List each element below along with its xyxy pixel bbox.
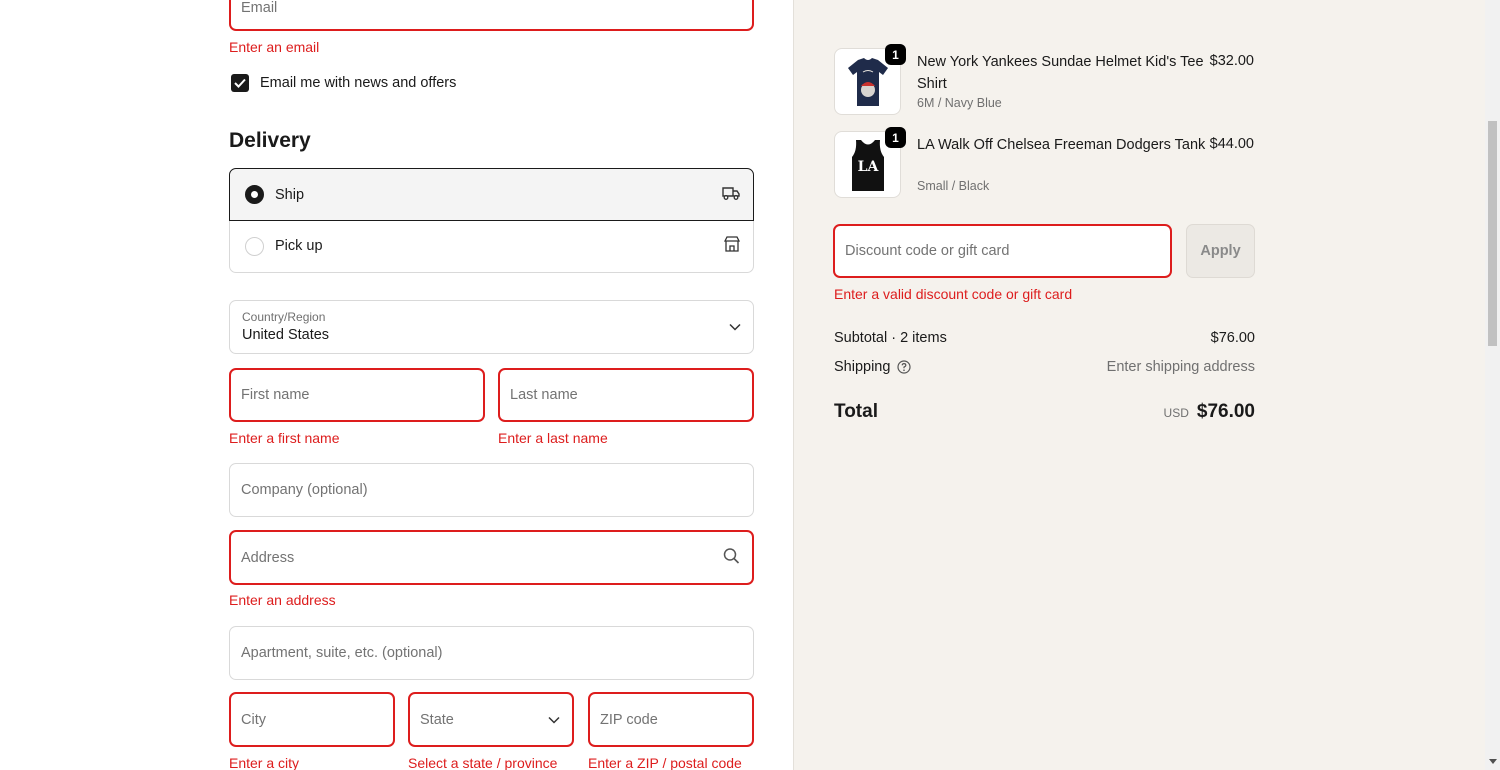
store-icon: [723, 235, 741, 257]
item-price: $44.00: [1209, 136, 1254, 152]
discount-error: Enter a valid discount code or gift card: [834, 286, 1073, 302]
country-label: Country/Region: [242, 310, 326, 324]
state-error: Select a state / province: [408, 755, 558, 770]
item-title: LA Walk Off Chelsea Freeman Dodgers Tank: [917, 137, 1206, 153]
shipping-value: Enter shipping address: [1106, 359, 1255, 375]
item-variant: 6M / Navy Blue: [917, 96, 1002, 110]
quantity-badge: 1: [885, 127, 906, 148]
total-value: $76.00: [1196, 401, 1255, 422]
company-placeholder: Company (optional): [241, 482, 368, 498]
first-name-placeholder: First name: [241, 387, 310, 403]
ship-option[interactable]: Ship: [229, 168, 754, 221]
cart-item: 1 New York Yankees Sundae Helmet Kid's T…: [834, 44, 1254, 116]
check-icon: [234, 78, 246, 88]
apartment-field[interactable]: Apartment, suite, etc. (optional): [229, 626, 754, 680]
last-name-placeholder: Last name: [510, 387, 578, 403]
address-placeholder: Address: [241, 549, 295, 566]
last-name-field[interactable]: Last name: [498, 368, 754, 422]
city-field[interactable]: City: [229, 692, 395, 747]
total-row: USD $76.00: [1164, 401, 1255, 423]
first-name-field[interactable]: First name: [229, 368, 485, 422]
pickup-option[interactable]: Pick up: [229, 220, 754, 273]
email-field[interactable]: Email: [229, 0, 754, 31]
last-name-error: Enter a last name: [498, 430, 608, 446]
newsletter-checkbox[interactable]: [231, 74, 249, 92]
cart-item: LA 1 LA Walk Off Chelsea Freeman Dodgers…: [834, 127, 1254, 199]
pickup-label: Pick up: [275, 238, 323, 254]
pickup-radio[interactable]: [245, 236, 264, 256]
truck-icon: [721, 185, 741, 205]
checkout-form-panel: Email Enter an email Email me with news …: [0, 0, 793, 770]
subtotal-value: $76.00: [1210, 330, 1255, 346]
company-field[interactable]: Company (optional): [229, 463, 754, 517]
zip-error: Enter a ZIP / postal code: [588, 755, 742, 770]
help-icon[interactable]: [897, 360, 912, 374]
currency-label: USD: [1163, 406, 1189, 420]
email-placeholder: Email: [241, 0, 278, 16]
chevron-down-icon: [548, 712, 560, 728]
apply-button[interactable]: Apply: [1186, 224, 1255, 278]
scroll-down-arrow-icon[interactable]: [1489, 759, 1497, 764]
address-field[interactable]: Address: [229, 530, 754, 585]
ship-label: Ship: [275, 186, 305, 203]
page-scrollbar[interactable]: [1485, 0, 1500, 770]
address-error: Enter an address: [229, 592, 336, 608]
email-error: Enter an email: [229, 39, 320, 55]
delivery-title: Delivery: [229, 129, 311, 152]
zip-placeholder: ZIP code: [600, 711, 658, 728]
total-label: Total: [834, 401, 878, 422]
discount-input[interactable]: Discount code or gift card: [833, 224, 1172, 278]
newsletter-label: Email me with news and offers: [260, 75, 457, 91]
country-value: United States: [242, 327, 330, 343]
quantity-badge: 1: [885, 44, 906, 65]
delivery-options: Ship Pick up: [229, 168, 754, 273]
country-select[interactable]: Country/Region United States: [229, 300, 754, 354]
search-icon[interactable]: [723, 547, 740, 568]
shipping-label-row: Shipping: [834, 359, 912, 375]
discount-placeholder: Discount code or gift card: [845, 243, 1010, 259]
zip-field[interactable]: ZIP code: [588, 692, 754, 747]
item-price: $32.00: [1209, 53, 1254, 69]
item-title: New York Yankees Sundae Helmet Kid's Tee…: [917, 54, 1204, 92]
state-placeholder: State: [420, 711, 454, 728]
first-name-error: Enter a first name: [229, 430, 340, 446]
svg-text:LA: LA: [857, 159, 879, 175]
item-variant: Small / Black: [917, 179, 990, 193]
state-select[interactable]: State: [408, 692, 574, 747]
subtotal-label: Subtotal · 2 items: [834, 330, 947, 346]
city-placeholder: City: [241, 711, 266, 728]
city-error: Enter a city: [229, 755, 300, 770]
ship-radio[interactable]: [245, 185, 264, 204]
shipping-label: Shipping: [834, 359, 891, 375]
apartment-placeholder: Apartment, suite, etc. (optional): [241, 645, 443, 661]
chevron-down-icon: [729, 319, 741, 335]
scrollbar-thumb[interactable]: [1488, 121, 1497, 346]
